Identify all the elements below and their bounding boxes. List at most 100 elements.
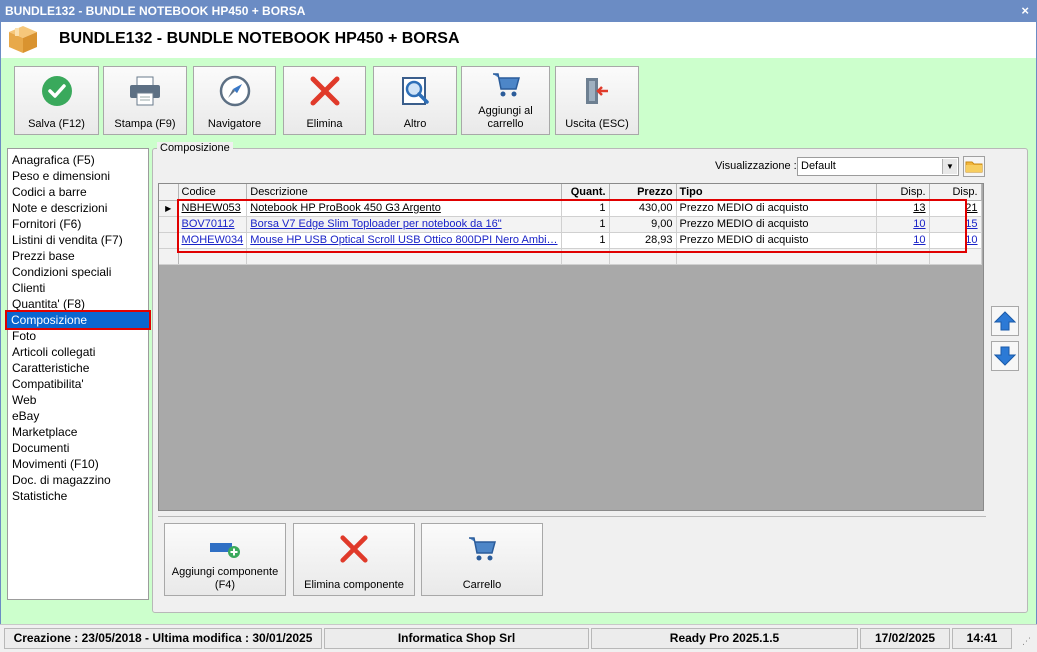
save-button[interactable]: Salva (F12) [14, 66, 99, 135]
table-row-empty[interactable] [159, 248, 982, 265]
nav-item-peso[interactable]: Peso e dimensioni [8, 168, 148, 184]
cell-empty[interactable] [561, 248, 610, 265]
folder-button[interactable] [963, 156, 985, 177]
add-component-button[interactable]: Aggiungi componente (F4) [164, 523, 286, 596]
delete-x-icon [340, 535, 368, 563]
cell-disp-2[interactable]: 10 [929, 232, 982, 249]
col-header-descrizione[interactable]: Descrizione [246, 184, 562, 201]
nav-item-note[interactable]: Note e descrizioni [8, 200, 148, 216]
window-titlebar: BUNDLE132 - BUNDLE NOTEBOOK HP450 + BORS… [0, 0, 1037, 22]
search-document-icon [402, 77, 429, 105]
printer-icon [130, 76, 160, 106]
window-title: BUNDLE132 - BUNDLE NOTEBOOK HP450 + BORS… [5, 4, 306, 18]
move-up-button[interactable] [991, 306, 1019, 336]
cell-empty[interactable] [929, 248, 982, 265]
nav-item-movimenti[interactable]: Movimenti (F10) [8, 456, 148, 472]
cell-quantity[interactable]: 1 [561, 200, 610, 217]
cart-button[interactable]: Carrello [421, 523, 543, 596]
nav-item-fornitori[interactable]: Fornitori (F6) [8, 216, 148, 232]
col-header-codice[interactable]: Codice [178, 184, 248, 201]
nav-item-compatibilita[interactable]: Compatibilita' [8, 376, 148, 392]
nav-item-quantita[interactable]: Quantita' (F8) [8, 296, 148, 312]
status-date: 17/02/2025 [860, 628, 950, 649]
col-header-prezzo[interactable]: Prezzo [609, 184, 677, 201]
cell-quantity[interactable]: 1 [561, 232, 610, 249]
col-header-tipo[interactable]: Tipo [676, 184, 877, 201]
nav-item-anagrafica[interactable]: Anagrafica (F5) [8, 152, 148, 168]
cart-icon [492, 73, 520, 97]
cell-disp-2[interactable]: 15 [929, 216, 982, 233]
delete-component-button[interactable]: Elimina componente [293, 523, 415, 596]
col-header-disp-2[interactable]: Disp. [929, 184, 982, 201]
cell-price[interactable]: 430,00 [609, 200, 677, 217]
nav-item-caratteristiche[interactable]: Caratteristiche [8, 360, 148, 376]
move-down-button[interactable] [991, 341, 1019, 371]
cell-type[interactable]: Prezzo MEDIO di acquisto [676, 200, 877, 217]
cell-description[interactable]: Mouse HP USB Optical Scroll USB Ottico 8… [246, 232, 562, 249]
col-header-quant[interactable]: Quant. [561, 184, 610, 201]
cell-type[interactable]: Prezzo MEDIO di acquisto [676, 216, 877, 233]
print-button[interactable]: Stampa (F9) [103, 66, 187, 135]
row-indicator [159, 248, 179, 265]
cell-disp-2[interactable]: 21 [929, 200, 982, 217]
exit-button[interactable]: Uscita (ESC) [555, 66, 639, 135]
cell-code[interactable]: NBHEW053 [178, 200, 248, 217]
composition-grid: Codice Descrizione Quant. Prezzo Tipo Di… [158, 183, 984, 511]
other-button[interactable]: Altro [373, 66, 457, 135]
cell-code[interactable]: BOV70112 [178, 216, 248, 233]
cell-empty[interactable] [876, 248, 930, 265]
cell-description[interactable]: Notebook HP ProBook 450 G3 Argento [246, 200, 562, 217]
add-component-icon [210, 543, 240, 558]
nav-item-composizione[interactable]: Composizione [5, 310, 151, 330]
table-row[interactable]: BOV70112 Borsa V7 Edge Slim Toploader pe… [159, 216, 982, 233]
cell-code[interactable]: MOHEW034 [178, 232, 248, 249]
cell-empty[interactable] [676, 248, 877, 265]
nav-item-doc-magazzino[interactable]: Doc. di magazzino [8, 472, 148, 488]
add-to-cart-label: Aggiungi al carrello [478, 105, 533, 130]
delete-x-icon [310, 76, 339, 106]
nav-item-clienti[interactable]: Clienti [8, 280, 148, 296]
cell-disp-1[interactable]: 10 [876, 232, 930, 249]
panel-legend: Composizione [157, 142, 233, 154]
col-header-disp-1[interactable]: Disp. [876, 184, 930, 201]
status-company: Informatica Shop Srl [324, 628, 589, 649]
cell-quantity[interactable]: 1 [561, 216, 610, 233]
package-icon [9, 26, 37, 53]
nav-item-documenti[interactable]: Documenti [8, 440, 148, 456]
resize-grip-icon[interactable]: ⋰ [1022, 636, 1031, 647]
arrow-down-icon [994, 346, 1016, 366]
nav-item-condizioni[interactable]: Condizioni speciali [8, 264, 148, 280]
cell-empty[interactable] [178, 248, 248, 265]
record-header: BUNDLE132 - BUNDLE NOTEBOOK HP450 + BORS… [0, 22, 1037, 58]
cell-type[interactable]: Prezzo MEDIO di acquisto [676, 232, 877, 249]
navigator-button[interactable]: Navigatore [193, 66, 276, 135]
nav-item-foto[interactable]: Foto [8, 328, 148, 344]
view-label: Visualizzazione : [715, 160, 797, 172]
cell-disp-1[interactable]: 10 [876, 216, 930, 233]
nav-item-statistiche[interactable]: Statistiche [8, 488, 148, 504]
view-select[interactable]: Default ▼ [797, 157, 959, 176]
delete-button[interactable]: Elimina [283, 66, 366, 135]
nav-item-web[interactable]: Web [8, 392, 148, 408]
cell-description[interactable]: Borsa V7 Edge Slim Toploader per noteboo… [246, 216, 562, 233]
compass-icon [219, 75, 250, 107]
table-row[interactable]: ▶ NBHEW053 Notebook HP ProBook 450 G3 Ar… [159, 200, 982, 217]
nav-item-ebay[interactable]: eBay [8, 408, 148, 424]
table-row[interactable]: MOHEW034 Mouse HP USB Optical Scroll USB… [159, 232, 982, 249]
cell-empty[interactable] [246, 248, 562, 265]
chevron-down-icon[interactable]: ▼ [942, 159, 957, 174]
grid-indicator-header [159, 184, 179, 201]
nav-item-articoli-collegati[interactable]: Articoli collegati [8, 344, 148, 360]
cell-price[interactable]: 28,93 [609, 232, 677, 249]
cell-disp-1[interactable]: 13 [876, 200, 930, 217]
nav-item-codici[interactable]: Codici a barre [8, 184, 148, 200]
row-indicator [159, 232, 179, 249]
cell-empty[interactable] [609, 248, 677, 265]
add-to-cart-button[interactable]: Aggiungi al carrello [461, 66, 550, 135]
nav-item-prezzi[interactable]: Prezzi base [8, 248, 148, 264]
row-pointer-icon: ▶ [159, 200, 179, 217]
nav-item-listini[interactable]: Listini di vendita (F7) [8, 232, 148, 248]
nav-item-marketplace[interactable]: Marketplace [8, 424, 148, 440]
close-icon[interactable]: × [1021, 0, 1029, 22]
cell-price[interactable]: 9,00 [609, 216, 677, 233]
